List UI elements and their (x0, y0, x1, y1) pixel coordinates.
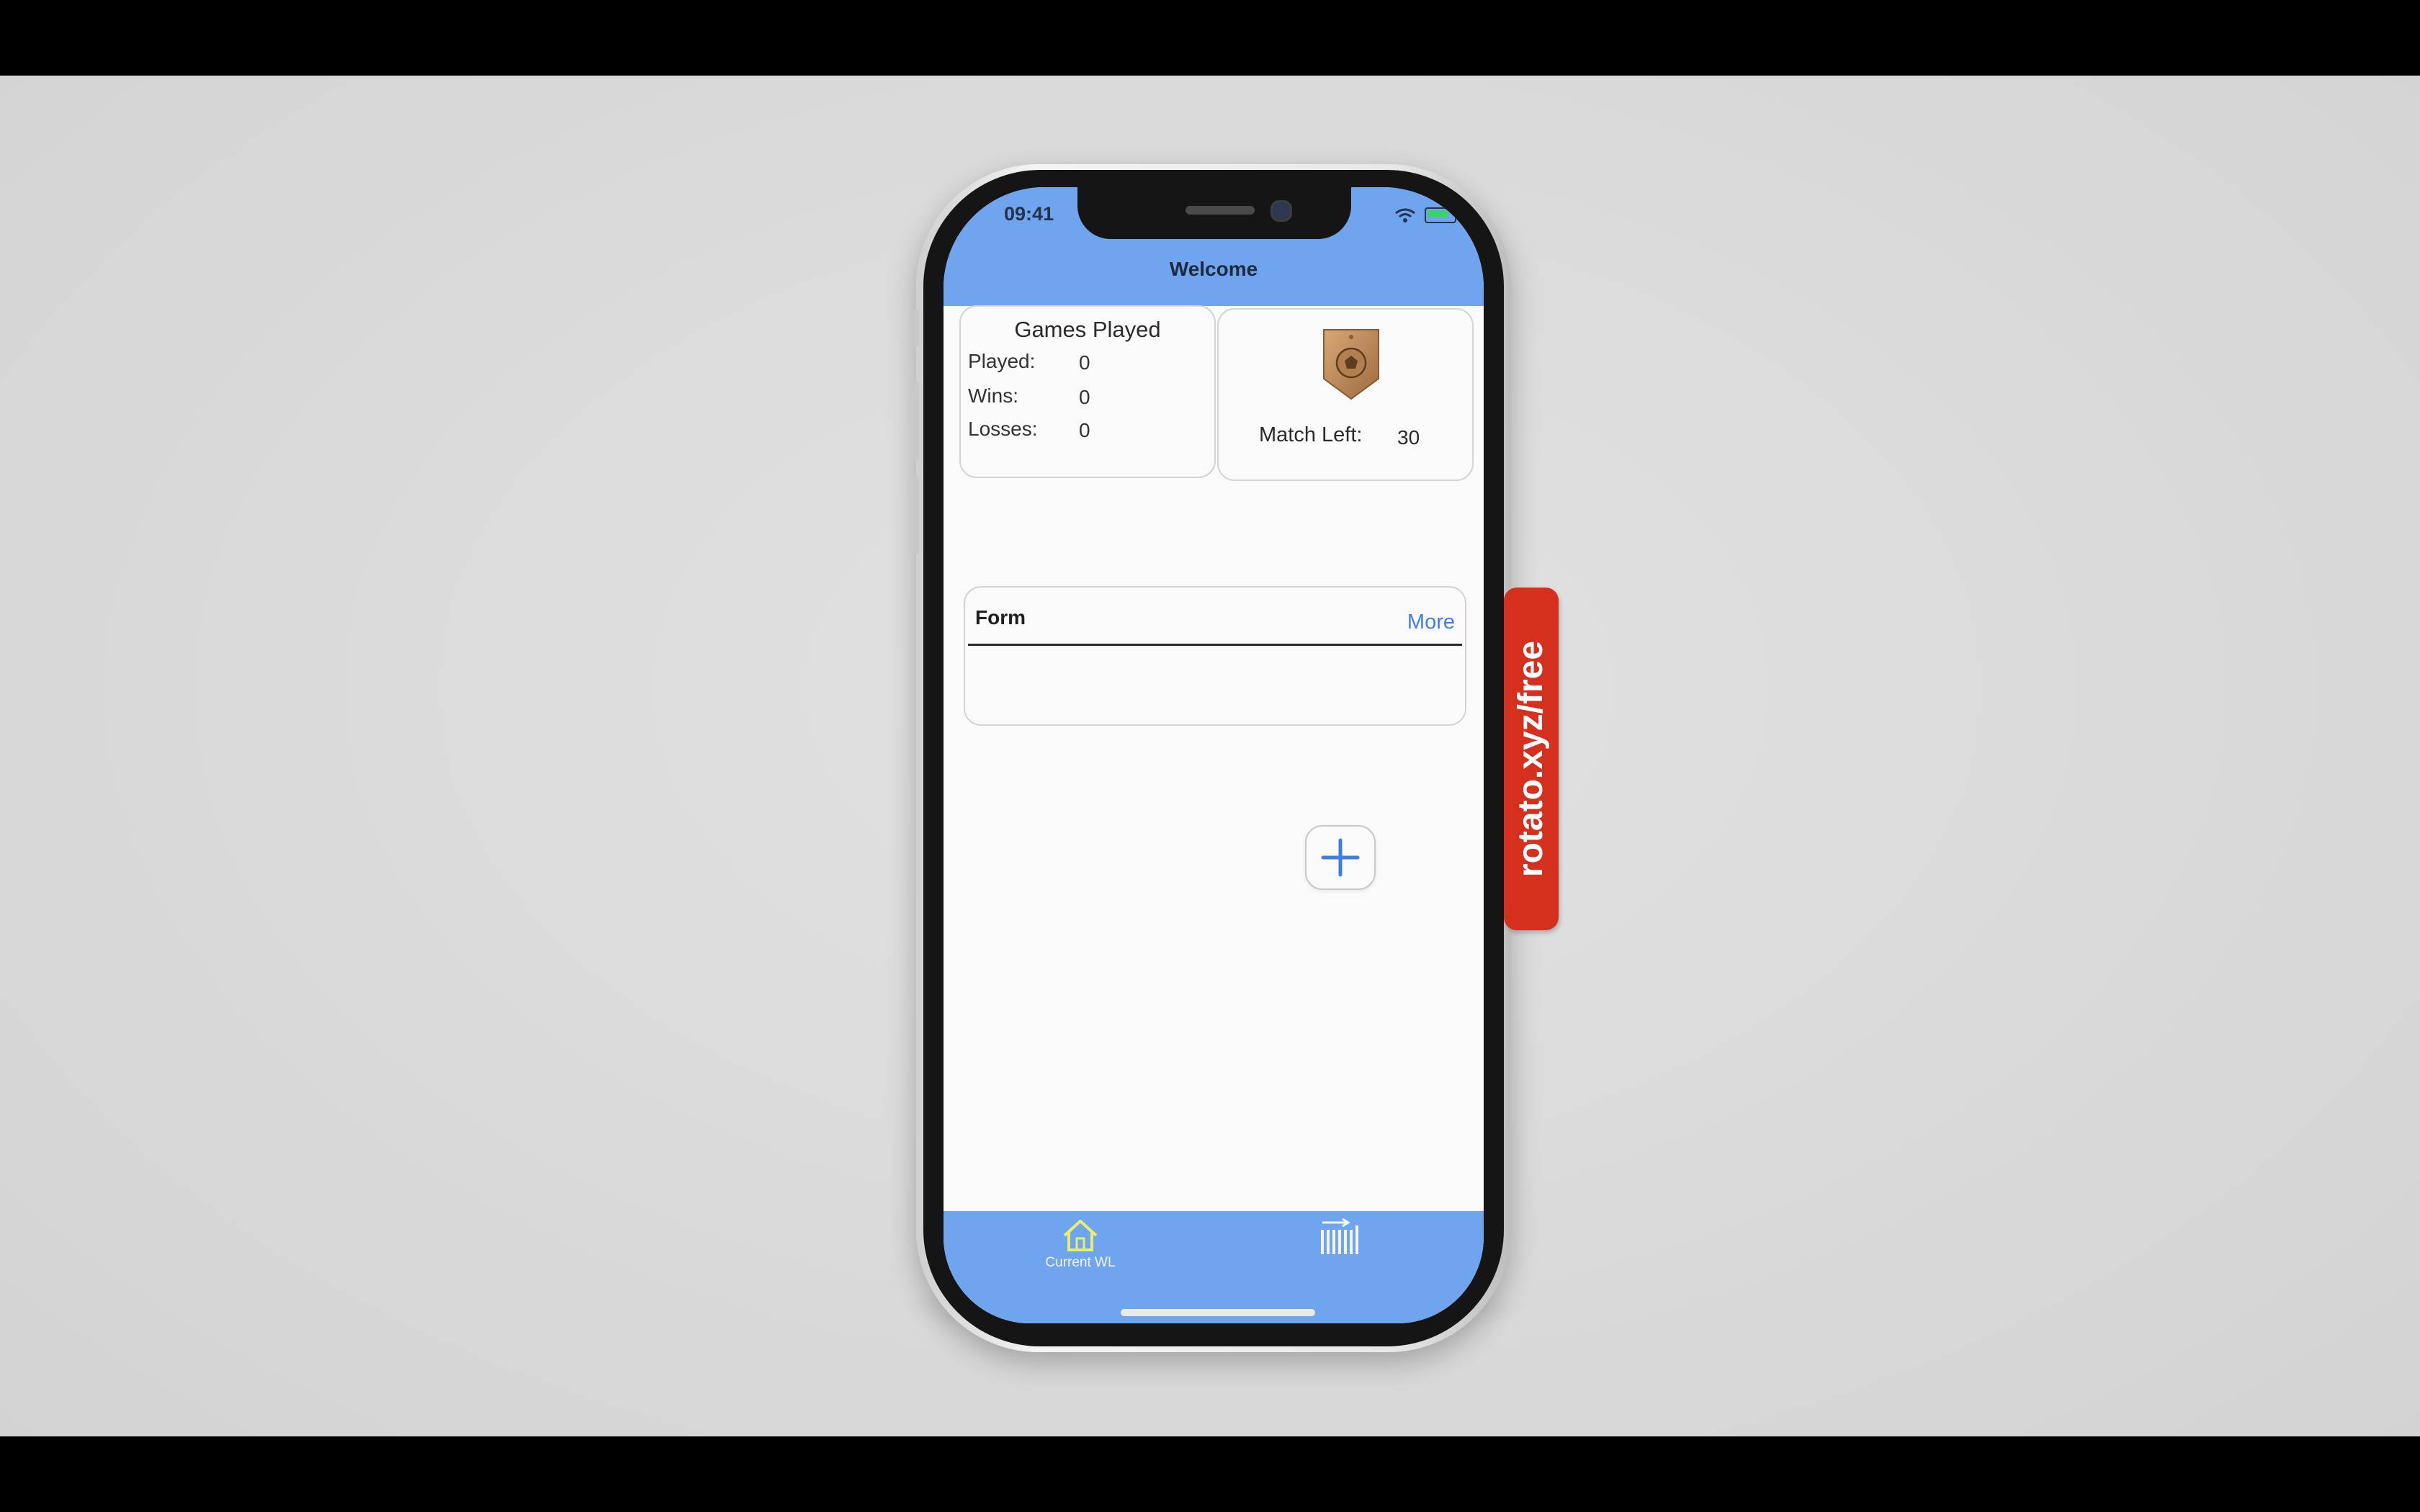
list-export-icon[interactable] (1318, 1217, 1361, 1257)
played-label: Played: (968, 350, 1036, 372)
notch (1077, 187, 1351, 239)
wins-value: 0 (1079, 386, 1090, 408)
phone-screen: 09:41 Welcome Games Played Played: 0 Win… (944, 187, 1484, 1323)
home-indicator (1121, 1309, 1315, 1316)
side-button-volume-down (913, 475, 919, 554)
wifi-icon (1395, 208, 1415, 222)
match-left-card: Match Left: 30 (1217, 308, 1474, 481)
tab-current-wl-label: Current WL (1045, 1255, 1116, 1270)
form-title: Form (975, 606, 1026, 629)
front-camera (1270, 200, 1292, 222)
match-left-value: 30 (1397, 426, 1420, 449)
form-divider (968, 644, 1462, 646)
add-button[interactable] (1305, 825, 1376, 890)
side-button-mute (913, 310, 919, 347)
status-time: 09:41 (1004, 203, 1054, 225)
soccer-badge-icon (1323, 329, 1379, 400)
plus-icon (1321, 838, 1360, 877)
losses-value: 0 (1079, 419, 1090, 441)
form-card: Form More (964, 586, 1466, 726)
page-title: Welcome (1169, 258, 1258, 280)
tab-current-wl[interactable]: Current WL (1030, 1218, 1131, 1283)
navigation-bar: 09:41 Welcome (944, 187, 1484, 306)
home-icon (1063, 1220, 1098, 1251)
games-played-title: Games Played (1014, 317, 1161, 342)
watermark-tag: rotato.xyz/free (1504, 588, 1559, 930)
played-value: 0 (1079, 351, 1090, 374)
wins-label: Wins: (968, 384, 1018, 407)
side-button-volume-up (913, 382, 919, 461)
speaker (1186, 206, 1255, 215)
watermark-text: rotato.xyz/free (1512, 640, 1550, 878)
battery-icon (1425, 207, 1456, 223)
status-icons (1394, 207, 1456, 223)
losses-label: Losses: (968, 418, 1038, 440)
games-played-card: Games Played Played: 0 Wins: 0 Losses: 0 (959, 305, 1216, 478)
more-button[interactable]: More (1407, 611, 1455, 634)
match-left-label: Match Left: (1259, 423, 1363, 446)
tab-bar: Current WL (944, 1211, 1484, 1323)
